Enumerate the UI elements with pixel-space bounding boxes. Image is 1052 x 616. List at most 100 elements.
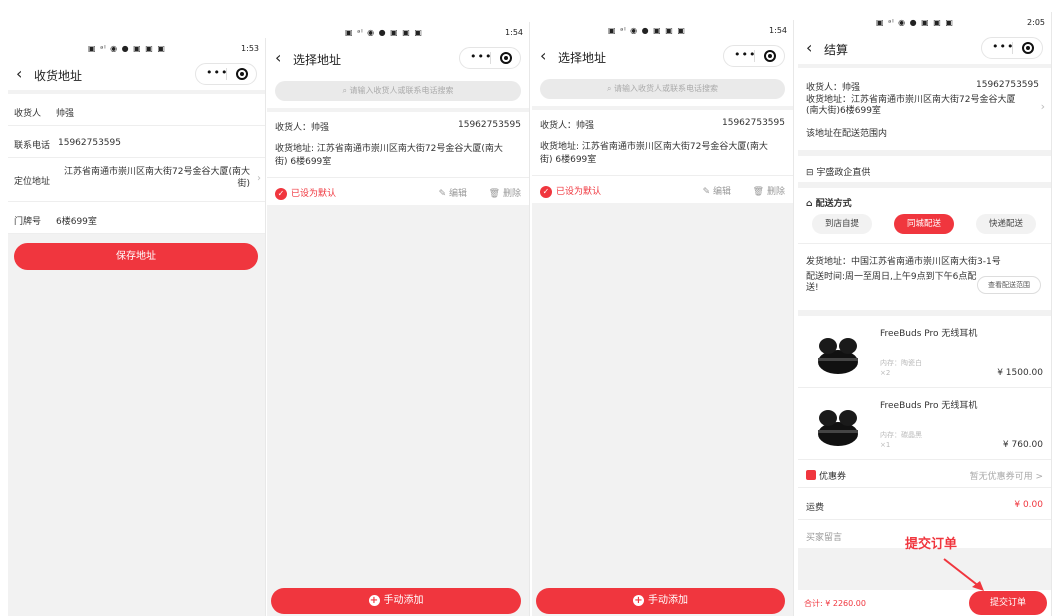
search-input[interactable]: ⌕ 请输入收货人或联系电话搜索 [275,81,521,101]
status-icons: ▣ ᵃˡ ◉ ● ▣ ▣ ▣ [608,26,686,35]
earbuds-image [818,338,858,374]
ship-time: 配送时间:周一至周日,上午9点到下午6点配送! [806,272,977,293]
trash-icon: 🗑 [752,187,765,197]
plus-icon: + [368,595,380,606]
status-time: 1:53 [241,44,259,53]
capsule-divider [490,52,491,64]
status-bar: ▣ ᵃˡ ◉ ● ▣ ▣ ▣ 1:53 [8,38,265,58]
shop-name-text: 宇盛政企直供 [816,168,871,178]
coupon-label-text: 优惠券 [819,472,847,482]
capsule-divider [754,50,755,62]
status-time: 1:54 [505,28,523,37]
close-target-icon[interactable] [1022,42,1034,54]
receiver-block[interactable]: 收货人：帅强 15962753595 收货地址：江苏省南通市崇川区南大街72号金… [798,68,1051,150]
pencil-icon: ✎ [438,189,447,199]
back-icon[interactable]: ‹ [275,48,281,67]
checkout-bar: 合计: ¥ 2260.00 提交订单 [798,590,1051,616]
earbuds-image [818,410,858,446]
chevron-right-icon: › [257,173,261,184]
delete-button[interactable]: 🗑 删除 [489,186,521,199]
option-express[interactable]: 快递配送 [976,214,1036,234]
coupon-icon [806,470,816,480]
phone-value[interactable]: 15962753595 [58,138,121,148]
nav-bar: ‹ 选择地址 ••• [267,42,529,74]
manual-add-button[interactable]: + 手动添加 [536,588,785,614]
set-default-toggle[interactable]: ✓ 已设为默认 [275,186,336,200]
manual-add-label: 手动添加 [648,595,688,606]
mini-program-capsule[interactable]: ••• [723,45,785,67]
mini-program-capsule[interactable]: ••• [195,63,257,85]
check-icon: ✓ [275,188,287,200]
coupon-value: 暂无优惠券可用 > [969,472,1043,482]
status-bar: ▣ ᵃˡ ◉ ● ▣ ▣ ▣ 1:54 [532,20,793,40]
back-icon[interactable]: ‹ [806,38,812,57]
door-row[interactable]: 门牌号 6楼699室 [8,202,265,234]
search-wrap: ⌕ 请输入收货人或联系电话搜索 [532,72,793,106]
nav-bar: ‹ 选择地址 ••• [532,40,793,72]
status-bar: ▣ ᵃˡ ◉ ● ▣ ▣ ▣ 1:54 [267,22,529,42]
close-target-icon[interactable] [236,68,248,80]
status-icons: ▣ ᵃˡ ◉ ● ▣ ▣ ▣ [345,28,423,37]
option-same-city[interactable]: 同城配送 [894,214,954,234]
product-price: ¥ 760.00 [1002,440,1043,450]
back-icon[interactable]: ‹ [540,46,546,65]
option-pickup[interactable]: 到店自提 [812,214,872,234]
product-item: FreeBuds Pro 无线耳机 内存：陶瓷白 ×2 ¥ 1500.00 [798,316,1051,388]
address-card[interactable]: 收货人：帅强 15962753595 收货地址: 江苏省南通市崇川区南大街72号… [532,110,793,203]
phone-row[interactable]: 联系电话 15962753595 [8,126,265,158]
search-input[interactable]: ⌕ 请输入收货人或联系电话搜索 [540,79,785,99]
delete-button[interactable]: 🗑 删除 [753,184,785,197]
receiver-value[interactable]: 帅强 [56,106,74,119]
pencil-icon: ✎ [702,187,711,197]
product-name: FreeBuds Pro 无线耳机 [880,401,978,411]
search-placeholder: 请输入收货人或联系电话搜索 [349,86,454,95]
page-title: 选择地址 [293,53,342,67]
edit-label: 编辑 [448,189,467,199]
delivery-title-text: 配送方式 [815,199,852,209]
card-receiver: 收货人：帅强 [275,123,330,133]
phone-label: 联系电话 [14,141,51,151]
product-item: FreeBuds Pro 无线耳机 内存：碳晶黑 ×1 ¥ 760.00 [798,388,1051,460]
mini-program-capsule[interactable]: ••• [459,47,521,69]
screen-checkout: ▣ ᵃˡ ◉ ● ▣ ▣ ▣ 2:05 ‹ 结算 ••• 收货人：帅强 1596… [798,12,1052,616]
address-card[interactable]: 收货人：帅强 15962753595 收货地址: 江苏省南通市崇川区南大街72号… [267,112,529,205]
search-wrap: ⌕ 请输入收货人或联系电话搜索 [267,74,529,108]
product-name: FreeBuds Pro 无线耳机 [880,329,978,339]
coupon-label: 优惠券 [806,469,846,482]
qty-text: ×2 [880,369,891,377]
product-price: ¥ 1500.00 [997,368,1043,378]
location-value[interactable]: 江苏省南通市崇川区南大街72号金谷大厦(南大街) [62,166,250,190]
product-spec: 内存：陶瓷白 ×2 [880,358,922,378]
close-target-icon[interactable] [764,50,776,62]
close-target-icon[interactable] [500,52,512,64]
default-label: 已设为默认 [291,189,337,199]
back-icon[interactable]: ‹ [16,64,22,83]
door-value[interactable]: 6楼699室 [56,214,97,227]
set-default-toggle[interactable]: ✓ 已设为默认 [540,184,601,198]
location-label: 定位地址 [14,177,51,187]
receiver-address: 收货地址：江苏省南通市崇川区南大街72号金谷大厦(南大街)6楼699室 [806,95,1016,116]
receiver-row[interactable]: 收货人 帅强 [8,94,265,126]
ship-from: 发货地址：中国江苏省南通市崇川区南大街3-1号 [806,257,1001,267]
message-label: 买家留言 [806,533,843,543]
page-title: 选择地址 [558,51,607,65]
status-bar: ▣ ᵃˡ ◉ ● ▣ ▣ ▣ 2:05 [798,12,1051,32]
coupon-row[interactable]: 优惠券 暂无优惠券可用 > [798,460,1051,488]
page-title: 收货地址 [34,69,83,83]
delivery-method: ⌂ 配送方式 到店自提 同城配送 快递配送 [798,188,1051,244]
edit-button[interactable]: ✎ 编辑 [439,186,467,199]
edit-button[interactable]: ✎ 编辑 [703,184,731,197]
save-address-button[interactable]: 保存地址 [14,243,258,270]
ship-info: 发货地址：中国江苏省南通市崇川区南大街3-1号 配送时间:周一至周日,上午9点到… [798,244,1051,310]
range-status: 该地址在配送范围内 [806,129,888,139]
view-range-button[interactable]: 查看配送范围 [977,276,1041,294]
status-icons: ▣ ᵃˡ ◉ ● ▣ ▣ ▣ [88,44,166,53]
annotation-arrow-icon [943,558,984,591]
location-row[interactable]: 定位地址 江苏省南通市崇川区南大街72号金谷大厦(南大街) › [8,158,265,202]
shop-icon: ⊟ [806,168,814,178]
manual-add-button[interactable]: + 手动添加 [271,588,521,614]
plus-icon: + [633,595,644,606]
spec-text: 内存：碳晶黑 [880,431,922,439]
edit-label: 编辑 [712,187,731,197]
mini-program-capsule[interactable]: ••• [981,37,1043,59]
